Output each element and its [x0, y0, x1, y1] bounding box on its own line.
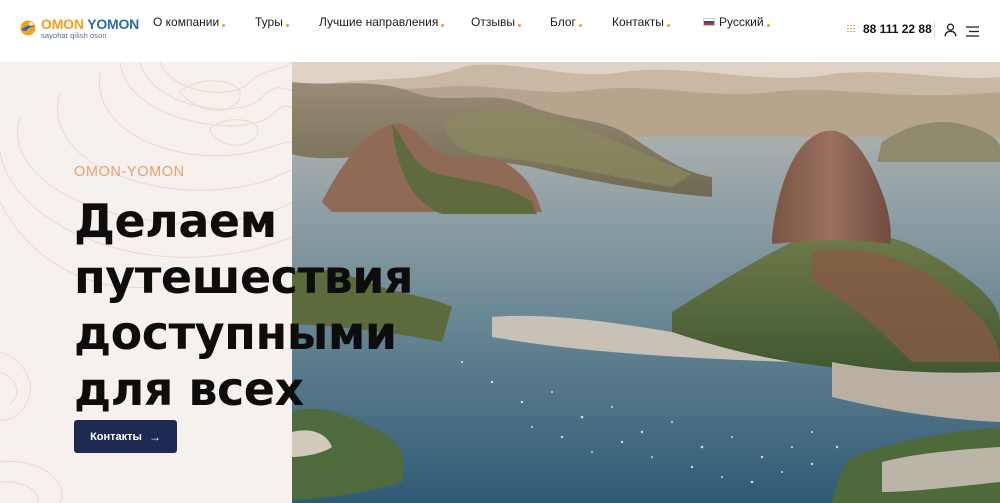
arrow-right-icon: → [148, 429, 161, 444]
nav-item-reviews[interactable]: Отзывы [471, 15, 521, 29]
brand-name-part1: OMON [41, 16, 84, 32]
dropdown-dot-icon [578, 23, 582, 27]
nav-item-label: Контакты [612, 15, 664, 29]
nav-item-contacts[interactable]: Контакты [612, 15, 670, 29]
hero-headline: Делаем путешествия доступными для всех [74, 194, 413, 418]
nav-item-label: О компании [153, 15, 220, 29]
header-divider [934, 21, 935, 38]
headline-line: доступными [74, 306, 397, 360]
nav-item-label: Туры [255, 15, 283, 29]
site-header: OMON YOMON sayohat qilish oson О компани… [0, 0, 1000, 62]
brand-logo[interactable]: OMON YOMON sayohat qilish oson [18, 17, 139, 40]
hero-kicker: OMON-YOMON [74, 164, 185, 180]
user-icon[interactable] [944, 23, 957, 37]
contacts-cta-button[interactable]: Контакты → [74, 420, 177, 453]
logo-icon [18, 18, 38, 38]
nav-item-tours[interactable]: Туры [255, 15, 289, 29]
nav-item-label: Отзывы [471, 15, 515, 29]
nav-item-destinations[interactable]: Лучшие направления [319, 15, 445, 29]
phone-number: 88 111 22 88 [863, 22, 932, 36]
brand-name-part2: YOMON [87, 16, 140, 32]
flag-ru-icon [703, 18, 715, 26]
cta-label: Контакты [90, 430, 142, 443]
headline-line: для всех [74, 362, 304, 416]
nav-item-label: Блог [550, 15, 576, 29]
dial-grid-icon [847, 24, 856, 34]
dropdown-dot-icon [222, 23, 226, 27]
nav-item-label: Лучшие направления [319, 15, 439, 29]
headline-line: Делаем [74, 194, 277, 248]
headline-line: путешествия [74, 250, 413, 304]
hamburger-menu-icon[interactable] [966, 24, 979, 37]
dropdown-dot-icon [441, 23, 445, 27]
dropdown-dot-icon [517, 23, 521, 27]
language-selector[interactable]: Русский [703, 15, 770, 29]
dropdown-dot-icon [285, 23, 289, 27]
dropdown-dot-icon [666, 23, 670, 27]
brand-tagline: sayohat qilish oson [41, 31, 107, 40]
nav-item-about[interactable]: О компании [153, 15, 226, 29]
language-label: Русский [719, 15, 764, 29]
phone-link[interactable]: 88 111 22 88 [847, 22, 932, 36]
dropdown-dot-icon [766, 23, 770, 27]
nav-item-blog[interactable]: Блог [550, 15, 582, 29]
